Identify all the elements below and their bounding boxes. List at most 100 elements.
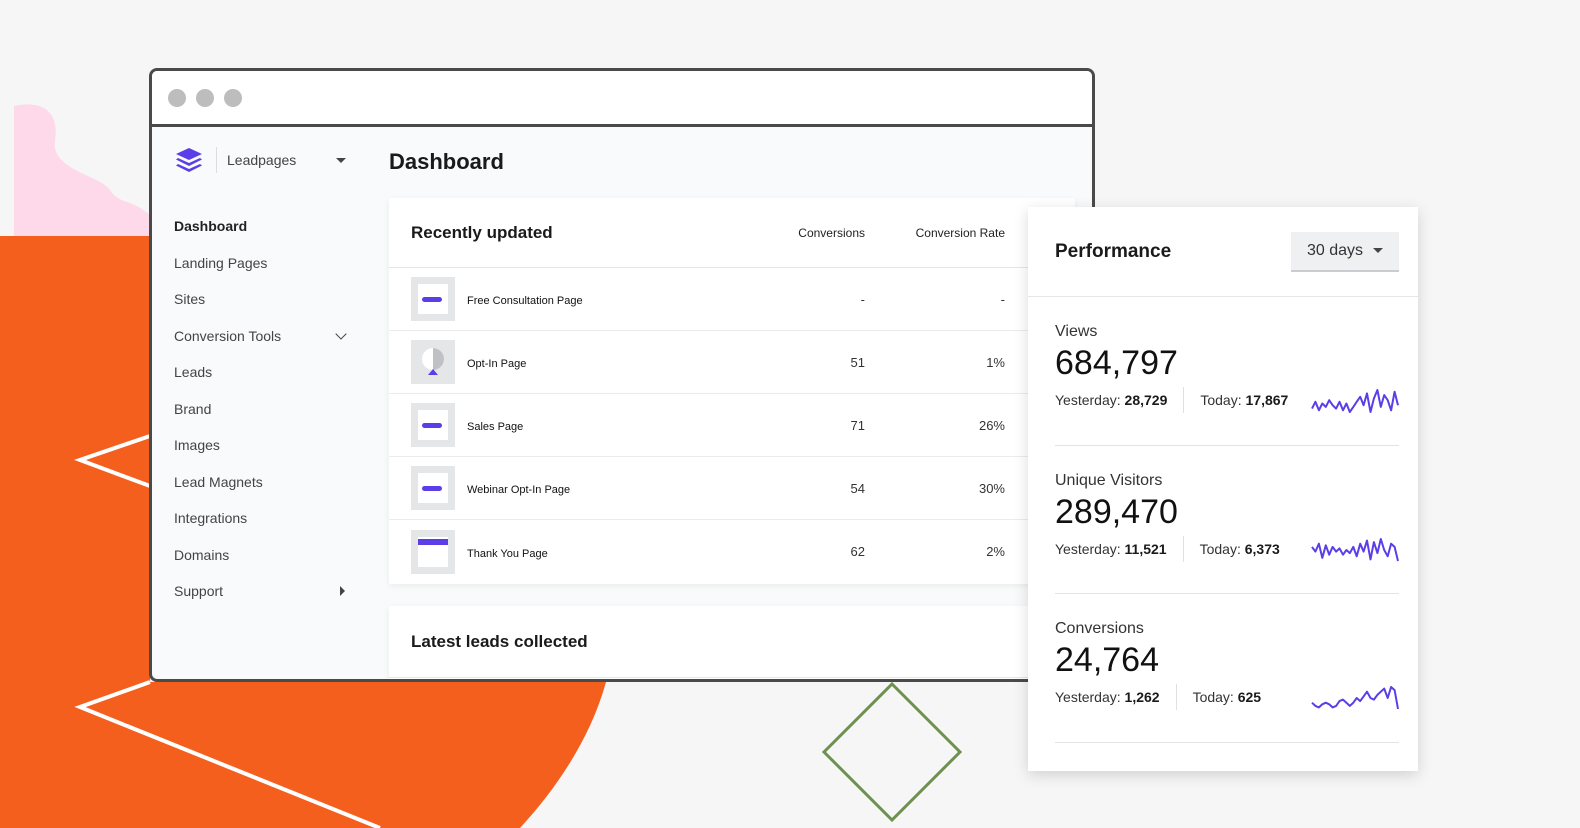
browser-window: Leadpages Dashboard Landing Pages Sites … [149,68,1095,682]
sidebar-item-label: Integrations [174,510,248,527]
table-row[interactable]: Opt-In Page 51 1% [389,331,1075,394]
sidebar-item-dashboard[interactable]: Dashboard [152,208,372,245]
yesterday-label: Yesterday: [1055,392,1121,408]
yesterday-value: 28,729 [1124,392,1168,408]
account-switcher[interactable]: Leadpages [152,130,372,190]
column-header-conversion-rate[interactable]: Conversion Rate [865,226,1005,240]
conversions-value: - [860,291,865,307]
page-thumbnail[interactable] [411,529,455,574]
pink-wave-shape [14,104,150,240]
performance-header: Performance 30 days [1028,207,1418,297]
window-close-dot[interactable] [168,88,186,107]
page-title: Dashboard [389,149,504,174]
card-title: Recently updated [411,222,553,242]
table-row[interactable]: Webinar Opt-In Page 54 30% [389,457,1075,520]
sidebar-item-label: Conversion Tools [174,327,282,344]
sparkline-line [1311,686,1399,710]
page-thumbnail[interactable] [411,466,455,510]
page-name[interactable]: Webinar Opt-In Page [467,480,755,496]
sidebar-item-integrations[interactable]: Integrations [152,500,372,537]
sidebar-item-landing-pages[interactable]: Landing Pages [152,245,372,282]
metric-breakdown: Yesterday: 11,521 Today: 6,373 [1055,534,1399,564]
period-dropdown[interactable]: 30 days [1290,231,1399,272]
page-name[interactable]: Free Consultation Page [467,291,755,307]
performance-panel: Performance 30 days Views 684,797 Yesterda… [1028,207,1418,771]
sparkline-chart [1311,389,1399,413]
conversions-value: 51 [850,354,865,370]
divider [1175,684,1177,710]
green-diamond-shape [821,681,963,823]
page-name[interactable]: Opt-In Page [467,354,755,370]
sidebar-item-sites[interactable]: Sites [152,281,372,318]
caret-right-icon [340,586,345,597]
brand-name: Leadpages [227,152,297,168]
sidebar-item-label: Leads [174,364,213,381]
page-name[interactable]: Sales Page [467,417,755,433]
page-name[interactable]: Thank You Page [467,544,755,560]
conversion-rate-value: 30% [978,480,1005,496]
yesterday-label: Yesterday: [1055,689,1121,705]
metric-label: Unique Visitors [1055,471,1163,489]
caret-down-icon [1373,248,1383,253]
metric-unique-visitors: Unique Visitors 289,470 Yesterday: 11,521 T… [1055,446,1399,594]
metric-label: Conversions [1055,620,1144,637]
page-thumbnail[interactable] [411,340,455,384]
page-thumbnail[interactable] [411,277,455,321]
sidebar: Leadpages Dashboard Landing Pages Sites … [152,130,372,679]
sidebar-item-label: Dashboard [174,218,248,235]
metric-conversions: Conversions 24,764 Yesterday: 1,262 Today: … [1055,594,1399,743]
sidebar-nav: Dashboard Landing Pages Sites Conversion… [152,208,372,610]
sparkline-line [1311,389,1399,413]
sidebar-item-label: Landing Pages [174,254,268,271]
yesterday-value: 1,262 [1124,689,1160,705]
window-minimize-dot[interactable] [196,88,214,107]
sidebar-item-conversion-tools[interactable]: Conversion Tools [152,318,372,355]
metric-value: 24,764 [1055,641,1159,679]
window-maximize-dot[interactable] [224,88,242,107]
metric-label: Views [1055,323,1098,340]
yesterday-label: Yesterday: [1055,540,1121,557]
brand-divider [216,147,217,173]
today-value: 17,867 [1245,392,1289,408]
today-value: 625 [1237,689,1262,705]
performance-title: Performance [1055,240,1172,262]
table-row[interactable]: Free Consultation Page - - [389,268,1075,331]
sidebar-item-brand[interactable]: Brand [152,391,372,428]
metric-breakdown: Yesterday: 1,262 Today: 625 [1055,682,1399,712]
today-label: Today: [1199,540,1241,557]
sidebar-item-label: Sites [174,291,206,308]
today-label: Today: [1192,689,1234,705]
metric-value: 684,797 [1055,344,1178,382]
sidebar-item-support[interactable]: Support [152,573,372,610]
caret-down-icon [336,157,346,163]
period-value: 30 days [1306,241,1363,259]
column-header-conversions[interactable]: Conversions [755,226,865,240]
conversion-rate-value: 1% [986,354,1005,370]
latest-leads-header: Latest leads collected Sou [389,606,1075,678]
conversions-value: 71 [850,417,865,433]
card-title: Latest leads collected [411,631,588,651]
today-value: 6,373 [1244,540,1280,557]
main-content: Dashboard Recently updated Conversions C… [389,130,1092,679]
metric-value: 289,470 [1055,492,1178,531]
sidebar-item-label: Domains [174,546,230,563]
sidebar-item-leads[interactable]: Leads [152,354,372,391]
conversions-value: 54 [850,480,865,496]
table-row[interactable]: Thank You Page 62 2% [389,520,1075,583]
chevron-down-icon [335,328,347,340]
window-titlebar [152,71,1092,127]
conversion-rate-value: 26% [978,417,1005,433]
table-row[interactable]: Sales Page 71 26% [389,394,1075,457]
page-thumbnail[interactable] [411,403,455,447]
layers-icon [176,148,202,172]
sidebar-item-domains[interactable]: Domains [152,537,372,574]
sidebar-item-images[interactable]: Images [152,427,372,464]
conversions-value: 62 [850,544,865,559]
metric-views: Views 684,797 Yesterday: 28,729 Today: 17,8… [1055,297,1399,446]
conversion-rate-value: 2% [986,544,1005,559]
sidebar-item-label: Support [174,583,224,600]
sidebar-item-lead-magnets[interactable]: Lead Magnets [152,464,372,501]
recently-updated-card: Recently updated Conversions Conversion … [389,198,1075,584]
conversion-rate-value: - [1000,291,1005,307]
latest-leads-card: Latest leads collected Sou [389,606,1075,679]
